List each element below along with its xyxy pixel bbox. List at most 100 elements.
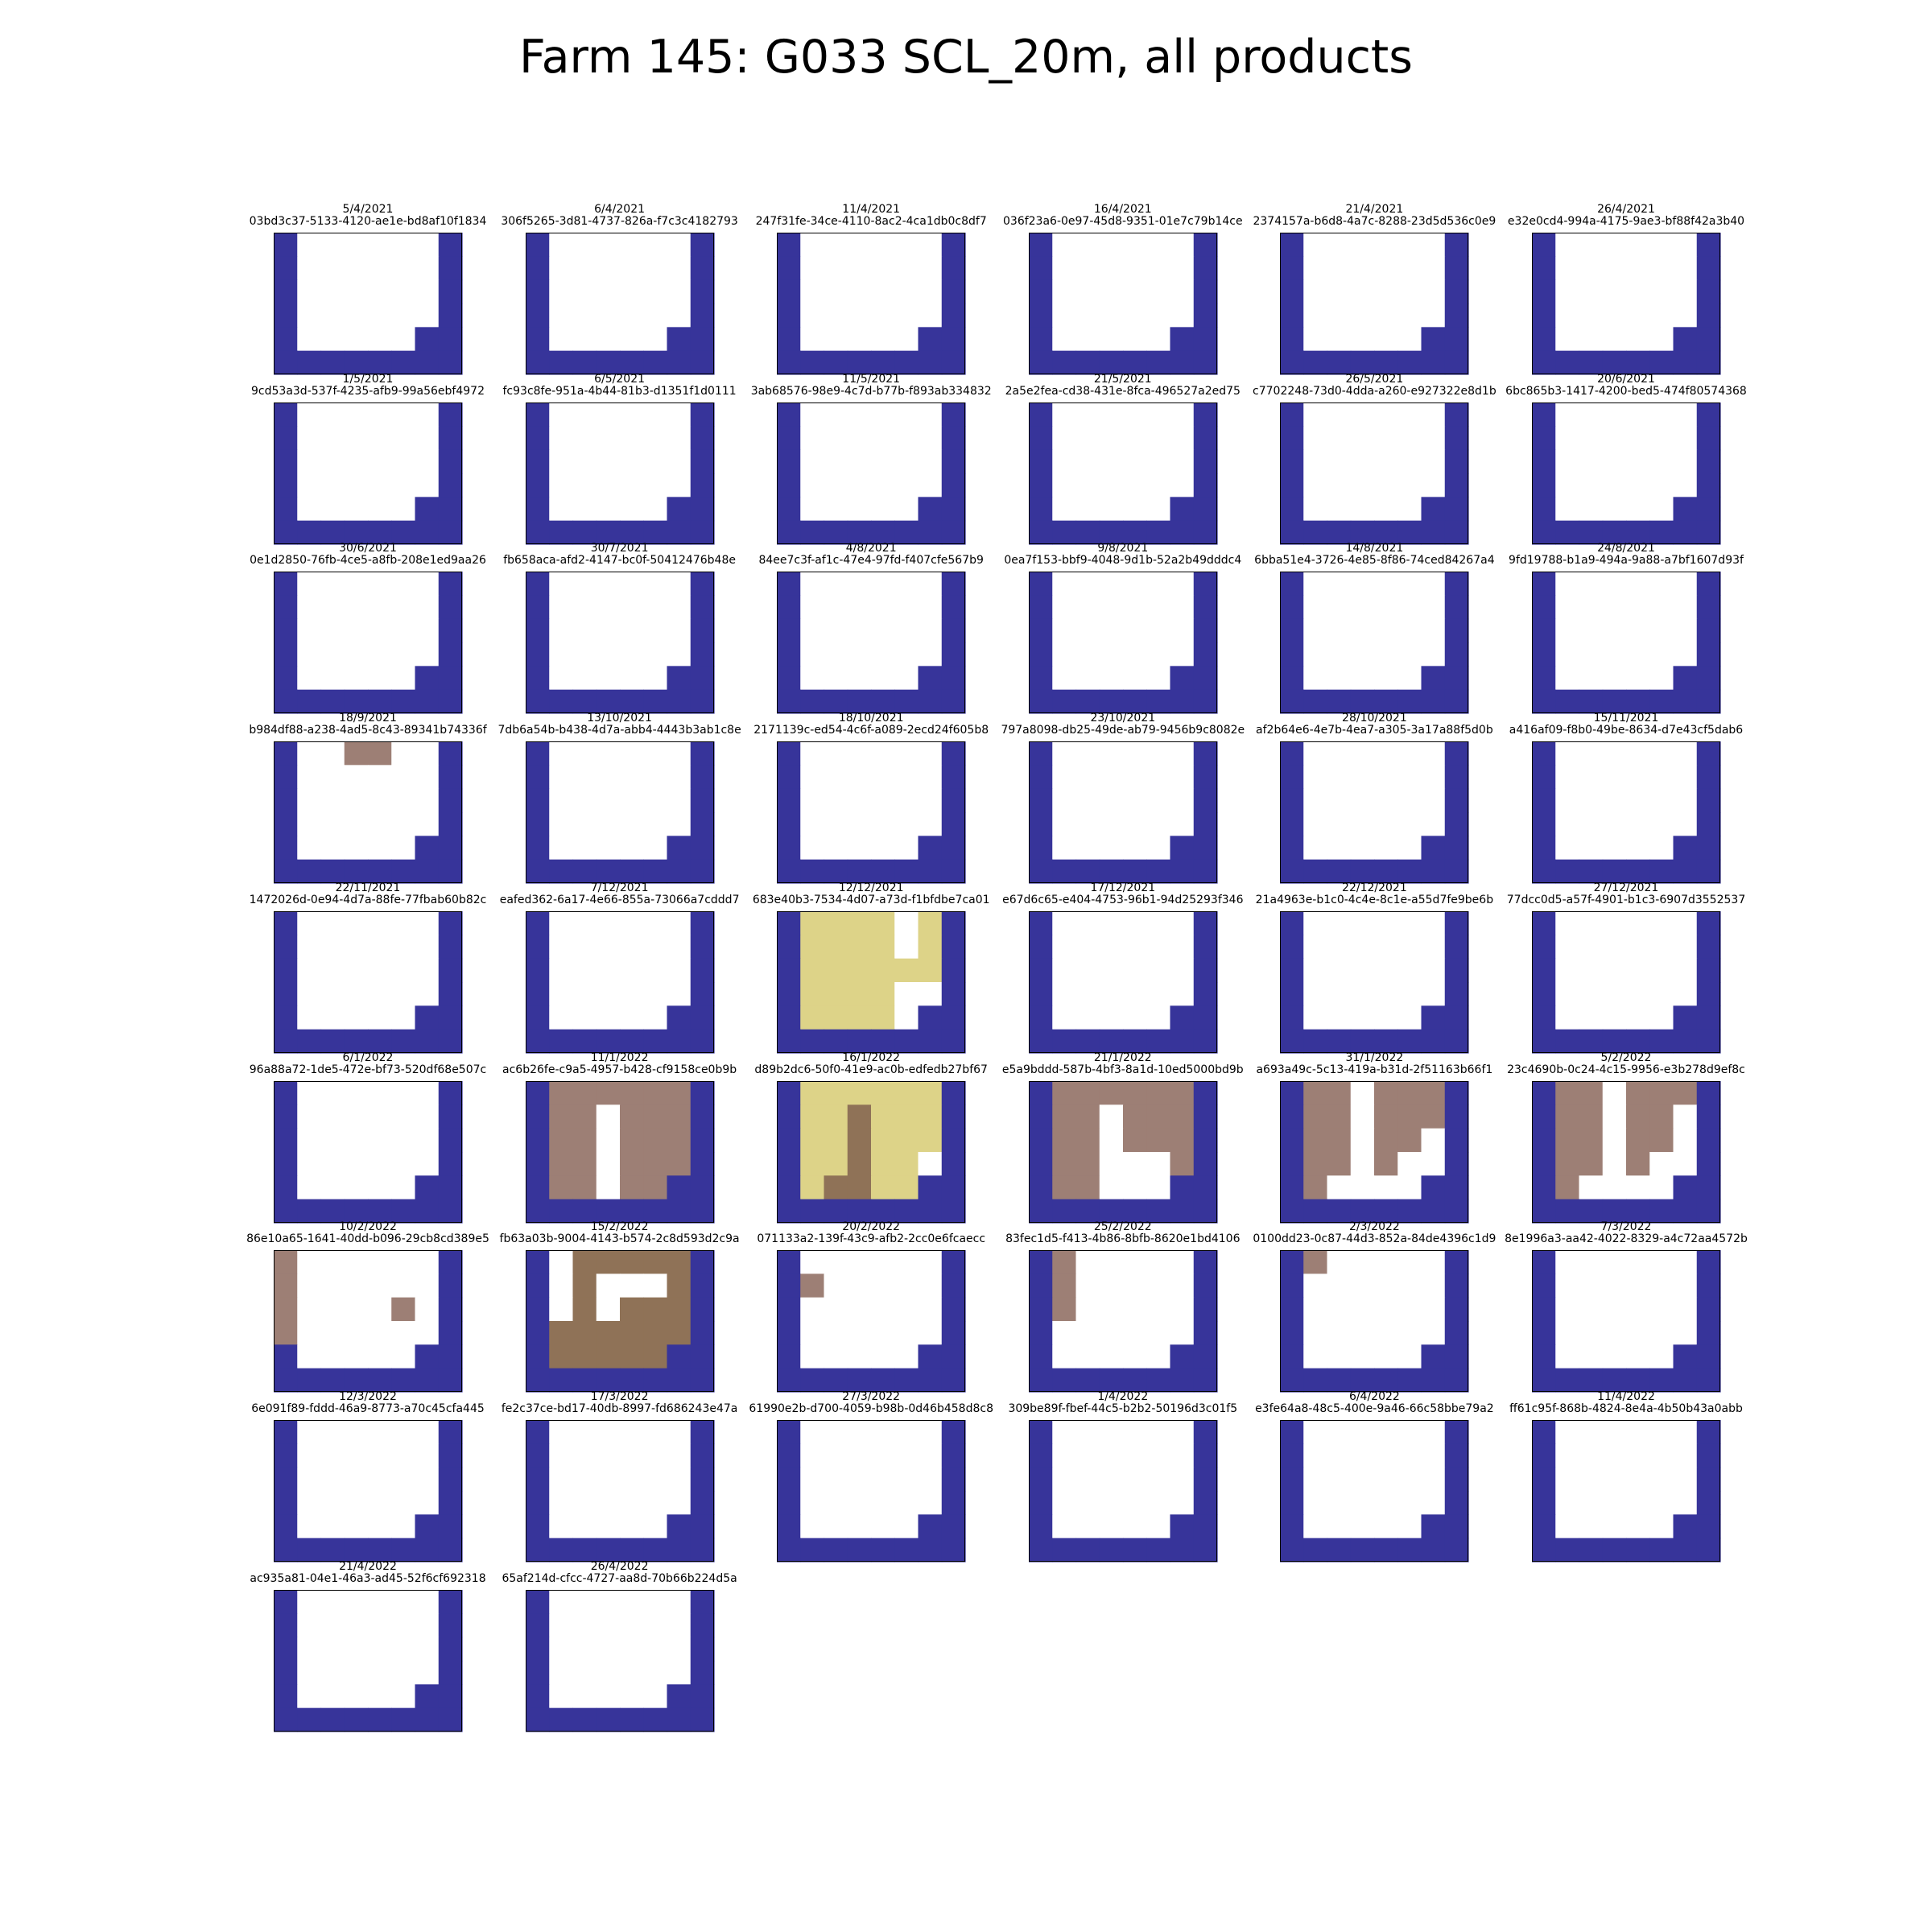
map-cell-no-data <box>1028 1467 1053 1492</box>
map-cell-field <box>1351 497 1375 521</box>
map-cell-field <box>871 1490 896 1515</box>
map-cell-no-data <box>391 859 416 884</box>
map-cell-no-data <box>320 859 345 884</box>
map-cell-field <box>548 1005 573 1030</box>
map-cell-soil <box>548 1128 573 1153</box>
map-cell-field <box>800 666 825 691</box>
map-cell-no-data <box>847 690 872 714</box>
map-cell-field <box>1146 910 1170 935</box>
map-cell-field <box>391 836 416 861</box>
map-cell-no-data <box>941 1274 966 1298</box>
map-cell-field <box>1579 935 1604 960</box>
map-cell-field <box>297 935 322 960</box>
map-cell-no-data <box>415 327 440 352</box>
map-cell-no-data <box>777 1490 802 1515</box>
map-cell-no-data <box>1028 449 1053 474</box>
map-cell-no-data <box>1445 619 1469 643</box>
map-cell-field <box>1579 666 1604 691</box>
map-cell-no-data <box>274 666 298 691</box>
map-cell-field <box>415 473 440 497</box>
map-cell-no-data <box>1028 642 1053 667</box>
map-cell-field <box>871 619 896 643</box>
map-cell-no-data <box>1327 1199 1352 1224</box>
map-cell-no-data <box>690 426 715 450</box>
map-cell-field <box>667 572 691 597</box>
map-cell-unclassified <box>871 910 896 935</box>
scl-map-panel <box>1280 1419 1469 1563</box>
map-cell-soil <box>619 1080 644 1105</box>
map-cell-no-data <box>415 1029 440 1054</box>
map-cell-field <box>1626 426 1650 450</box>
map-cell-no-data <box>1351 1368 1375 1393</box>
map-cell-field <box>1421 1467 1446 1492</box>
map-cell-no-data <box>1445 836 1469 861</box>
map-cell-no-data <box>1146 350 1170 375</box>
map-cell-no-data <box>642 859 667 884</box>
map-cell-field <box>344 1104 369 1129</box>
map-cell-no-data <box>1028 812 1053 837</box>
map-cell-soil <box>1052 1250 1076 1275</box>
map-cell-no-data <box>1445 233 1469 257</box>
map-cell-field <box>1327 1174 1352 1199</box>
map-cell-field <box>1555 1250 1580 1275</box>
map-cell-field <box>824 1344 848 1369</box>
map-cell-field <box>871 497 896 521</box>
map-cell-field <box>1602 1128 1627 1153</box>
map-cell-field <box>1170 741 1195 766</box>
map-cell-field <box>1052 233 1076 257</box>
map-cell-field <box>1374 426 1399 450</box>
map-cell-no-data <box>391 520 416 545</box>
map-cell-no-data <box>1673 1514 1698 1539</box>
map-cell-no-data <box>525 765 550 790</box>
map-cell-field <box>1351 812 1375 837</box>
map-cell-field <box>368 1467 392 1492</box>
map-cell-field <box>596 1637 621 1662</box>
map-cell-field <box>1075 666 1100 691</box>
panel-product-id-label: e32e0cd4-994a-4175-9ae3-bf88f42a3b40 <box>1507 215 1745 228</box>
map-cell-no-data <box>525 619 550 643</box>
map-cell-field <box>320 1443 345 1468</box>
panel-date-label: 9/8/2021 <box>1097 542 1149 555</box>
map-cell-no-data <box>525 812 550 837</box>
map-cell-field <box>1146 1005 1170 1030</box>
map-cell-no-data <box>1351 690 1375 714</box>
map-cell-no-data <box>438 1419 463 1444</box>
map-cell-field <box>320 1321 345 1346</box>
map-cell-no-data <box>619 1707 644 1732</box>
map-cell-field <box>1421 1151 1446 1176</box>
panel-date-label: 16/4/2021 <box>1093 203 1152 216</box>
panel-date-label: 26/4/2021 <box>1597 203 1655 216</box>
map-cell-soil <box>1303 1128 1328 1153</box>
map-cell-field <box>297 402 322 427</box>
map-cell-field <box>596 402 621 427</box>
map-cell-no-data <box>1193 1128 1218 1153</box>
map-cell-field <box>1146 836 1170 861</box>
map-cell-field <box>415 595 440 620</box>
map-cell-no-data <box>344 1707 369 1732</box>
map-cell-no-data <box>941 1128 966 1153</box>
map-cell-field <box>847 642 872 667</box>
scl-map-panel <box>1532 910 1721 1054</box>
map-cell-soil <box>1397 1080 1422 1105</box>
map-cell-field <box>1374 473 1399 497</box>
panel-product-id-label: e67d6c65-e404-4753-96b1-94d25293f346 <box>1002 893 1244 906</box>
map-cell-no-data <box>824 1199 848 1224</box>
map-cell-no-data <box>1673 327 1698 352</box>
map-cell-no-data <box>1421 1029 1446 1054</box>
map-cell-field <box>596 1297 621 1322</box>
map-cell-field <box>297 642 322 667</box>
map-cell-no-data <box>941 859 966 884</box>
map-cell-no-data <box>438 1344 463 1369</box>
panel-date-label: 4/8/2021 <box>845 542 897 555</box>
scl-map-panel <box>777 402 966 545</box>
panel-date-label: 11/4/2022 <box>1597 1389 1655 1403</box>
map-cell-field <box>1122 279 1147 304</box>
map-cell-field <box>1579 473 1604 497</box>
map-cell-field <box>619 595 644 620</box>
map-cell-field <box>1099 256 1124 281</box>
map-cell-no-data <box>667 1683 691 1708</box>
map-cell-no-data <box>777 1174 802 1199</box>
map-cell-field <box>824 1419 848 1444</box>
map-cell-no-data <box>438 935 463 960</box>
map-cell-no-data <box>1532 1274 1556 1298</box>
